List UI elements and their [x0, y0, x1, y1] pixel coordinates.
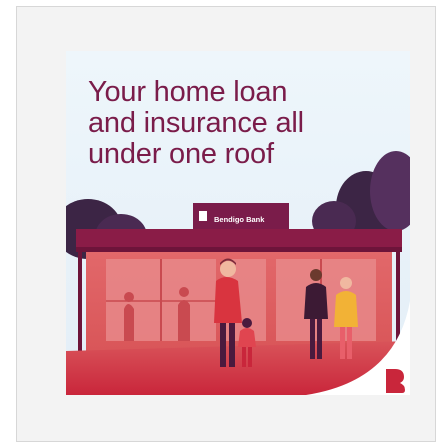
bendigo-bank-ad[interactable]: Your home loan and insurance all under o…	[66, 51, 410, 395]
ad-frame: Your home loan and insurance all under o…	[16, 6, 436, 442]
bendigo-b-logo-icon	[386, 369, 405, 393]
bank-sign-label: Bendigo Bank	[214, 215, 265, 224]
